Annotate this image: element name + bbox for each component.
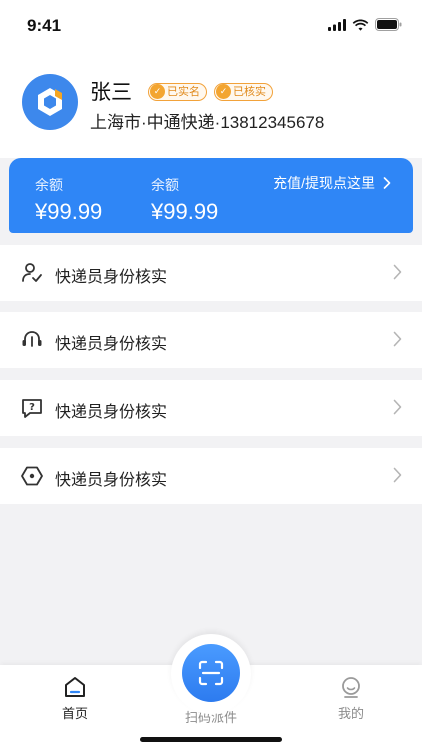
scan-button[interactable] [182, 644, 240, 702]
verified-name-badge: ✓ 已实名 [148, 83, 207, 101]
recharge-label: 充值/提现点这里 [273, 175, 375, 191]
chevron-right-icon [393, 399, 402, 415]
user-check-icon [22, 263, 42, 282]
badge-label: 已核实 [233, 86, 266, 98]
tab-home[interactable]: 首页 [35, 675, 115, 722]
tab-label: 我的 [337, 706, 364, 721]
headset-icon [22, 331, 42, 347]
balance-label: 余额 [151, 177, 179, 193]
wifi-icon [352, 19, 369, 31]
balance-value: ¥99.99 [151, 199, 219, 224]
balance-card: 余额 ¥99.99 余额 ¥99.99 充值/提现点这里 [9, 158, 413, 233]
profile-header: 张三 ✓ 已实名 ✓ 已核实 上海市·中通快递·13812345678 [22, 74, 412, 134]
svg-text:?: ? [29, 402, 35, 413]
menu-item[interactable]: 快递员身份核实 [0, 245, 422, 301]
status-time: 9:41 [27, 16, 62, 35]
smiley-icon [342, 677, 360, 698]
check-circle-icon: ✓ [216, 84, 231, 99]
verified-badge: ✓ 已核实 [214, 83, 273, 101]
menu-item[interactable]: ? 快递员身份核实 [0, 380, 422, 436]
home-indicator [140, 737, 282, 742]
help-message-icon: ? [22, 399, 42, 418]
menu-item-label: 快递员身份核实 [55, 336, 168, 353]
avatar[interactable] [22, 74, 78, 130]
recharge-withdraw-link[interactable]: 充值/提现点这里 [273, 173, 391, 193]
chevron-right-icon [383, 177, 391, 189]
scan-icon [198, 660, 224, 686]
chevron-right-icon [393, 264, 402, 280]
home-icon [65, 677, 85, 697]
chevron-right-icon [393, 331, 402, 347]
tab-label: 首页 [61, 706, 88, 721]
status-icons [328, 18, 402, 31]
menu-item-label: 快递员身份核实 [55, 269, 168, 286]
badge-label: 已实名 [167, 86, 200, 98]
signal-icon [328, 18, 346, 31]
menu-item[interactable]: 快递员身份核实 [0, 448, 422, 504]
logo-cube-icon [38, 88, 62, 116]
menu-item[interactable]: 快递员身份核实 [0, 312, 422, 368]
user-subtitle: 上海市·中通快递·13812345678 [90, 113, 325, 132]
menu-item-label: 快递员身份核实 [55, 472, 168, 489]
chevron-right-icon [393, 467, 402, 483]
battery-icon [375, 18, 402, 31]
tab-mine[interactable]: 我的 [311, 675, 391, 722]
balance-value: ¥99.99 [35, 199, 103, 224]
balance-label: 余额 [35, 177, 63, 193]
hexagon-icon [21, 466, 43, 486]
status-bar: 9:41 [0, 0, 422, 52]
menu-item-label: 快递员身份核实 [55, 404, 168, 421]
person-check-icon: ✓ [150, 84, 165, 99]
user-name: 张三 [90, 81, 132, 104]
